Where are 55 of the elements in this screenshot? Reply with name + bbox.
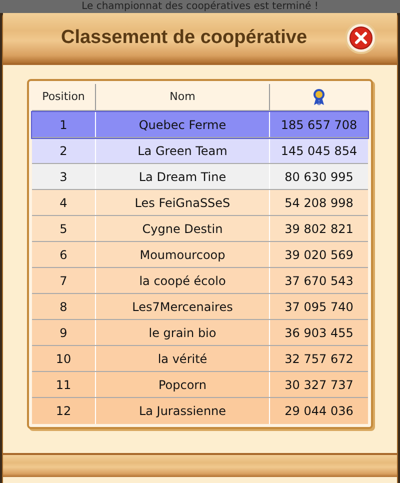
score-cell-text: 29 044 036 — [284, 403, 354, 420]
score-cell-text: 185 657 708 — [280, 116, 358, 134]
score-cell-text: 145 045 854 — [280, 142, 358, 160]
name-cell-text: La Green Team — [138, 142, 228, 160]
position-cell-text: 5 — [60, 220, 68, 238]
table-row[interactable]: 2 La Green Team 145 045 854 — [32, 138, 368, 164]
name-cell-text: Les FeiGnaSSeS — [134, 194, 230, 212]
background-message: Le championnat des coopératives est terminé ! — [82, 0, 318, 12]
score-cell-text: 39 020 569 — [284, 246, 354, 264]
position-cell-text: 12 — [56, 403, 72, 420]
name-cell-text: Les7Mercenaires — [132, 298, 233, 316]
table-row[interactable]: 5 Cygne Destin 39 802 821 — [32, 216, 368, 242]
position-cell-text: 7 — [60, 272, 68, 290]
position-cell-text: 2 — [60, 142, 68, 160]
name-cell-text: Popcorn — [158, 376, 207, 394]
position-cell-text: 10 — [56, 350, 72, 368]
score-cell-text: 39 802 821 — [284, 220, 354, 238]
table-row[interactable]: 10 la vérité 32 757 672 — [32, 346, 368, 372]
position-cell-text: 9 — [60, 324, 68, 342]
column-header: Position — [32, 84, 96, 110]
score-cell-text: 37 095 740 — [284, 298, 354, 316]
table-row[interactable]: 7 la coopé écolo 37 670 543 — [32, 268, 368, 294]
table-row[interactable]: 12 La Jurassienne 29 044 036 — [32, 398, 368, 424]
table-row[interactable]: 1 Quebec Ferme 185 657 708 — [32, 112, 368, 138]
name-cell-text: le grain bio — [148, 324, 216, 342]
window-title: Classement de coopérative — [60, 26, 308, 50]
name-cell-text: la coopé écolo — [139, 272, 226, 290]
position-cell-text: 11 — [56, 376, 72, 394]
table-row[interactable]: 3 La Dream Tine 80 630 995 — [32, 164, 368, 190]
position-cell-text: 8 — [60, 298, 68, 316]
ribbon-medal-icon — [312, 88, 326, 106]
name-cell-text: La Jurassienne — [138, 403, 226, 420]
name-cell-text: la vérité — [158, 350, 208, 368]
table-row[interactable]: 8 Les7Mercenaires 37 095 740 — [32, 294, 368, 320]
close-button[interactable] — [345, 22, 377, 54]
score-cell-text: 37 670 543 — [284, 272, 354, 290]
score-cell-text: 36 903 455 — [284, 324, 354, 342]
score-cell-text: 32 757 672 — [284, 350, 354, 368]
name-cell-text: Moumourcoop — [140, 246, 226, 264]
score-cell-text: 30 327 737 — [284, 376, 354, 394]
table-row[interactable]: 11 Popcorn 30 327 737 — [32, 372, 368, 398]
table-row[interactable]: 9 le grain bio 36 903 455 — [32, 320, 368, 346]
column-header: Nom — [96, 84, 270, 110]
position-cell-text: 4 — [60, 194, 68, 212]
position-cell-text: 6 — [60, 246, 68, 264]
close-icon — [349, 26, 373, 50]
table-row[interactable]: 6 Moumourcoop 39 020 569 — [32, 242, 368, 268]
position-cell-text: 1 — [60, 116, 68, 134]
name-cell-text: Quebec Ferme — [138, 116, 226, 134]
name-cell-text: Cygne Destin — [142, 220, 223, 238]
name-cell-text: La Dream Tine — [138, 168, 226, 186]
position-cell-text: 3 — [60, 168, 68, 186]
table-row[interactable]: 4 Les FeiGnaSSeS 54 208 998 — [32, 190, 368, 216]
score-cell-text: 80 630 995 — [284, 168, 354, 186]
score-cell-text: 54 208 998 — [284, 194, 354, 212]
